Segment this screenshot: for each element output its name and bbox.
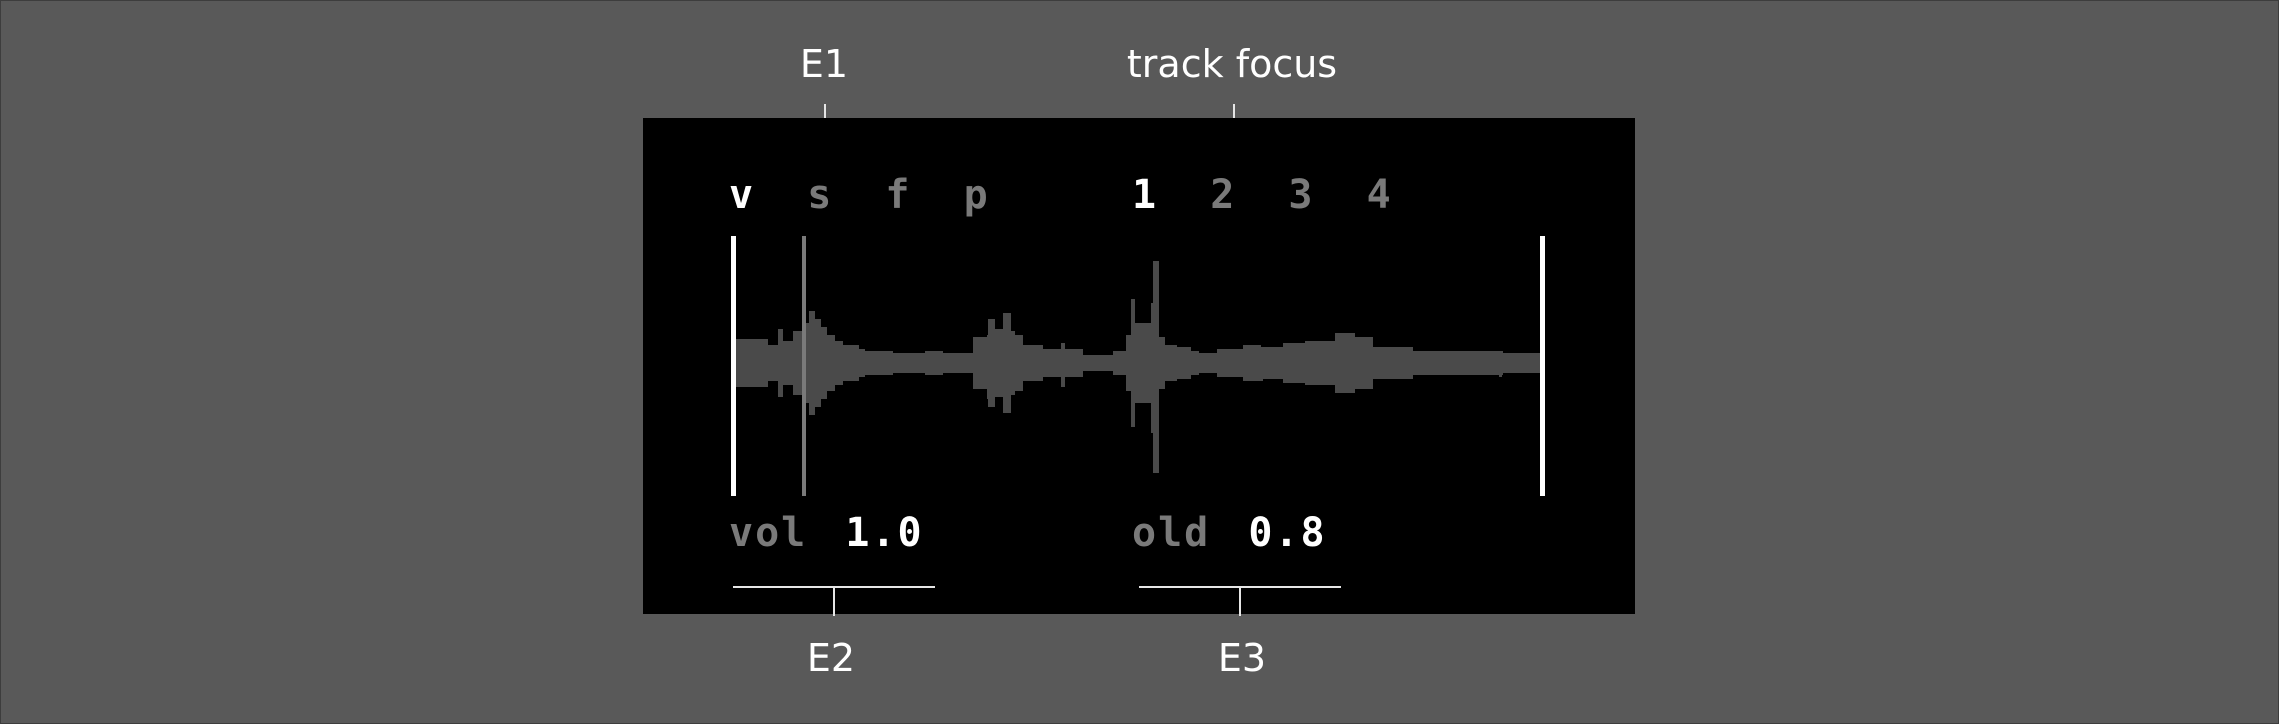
param-volume-value[interactable]: 1.0 — [845, 510, 923, 556]
track-4[interactable]: 4 — [1367, 172, 1393, 218]
param-volume-label: vol — [729, 510, 808, 556]
track-2[interactable]: 2 — [1210, 172, 1236, 218]
callout-track-focus-label: track focus — [1126, 42, 1338, 86]
track-3[interactable]: 3 — [1288, 172, 1314, 218]
mode-selector: v s f p — [729, 172, 990, 218]
param-volume: vol 1.0 — [729, 510, 924, 556]
callout-e1-label: E1 — [799, 42, 849, 86]
device-screen: v s f p 1 2 3 4 vol 1.0 old 0.8 — [643, 118, 1635, 614]
callout-e2-bracket — [733, 586, 935, 618]
track-selector: 1 2 3 4 — [1132, 172, 1393, 218]
marker-start[interactable] — [731, 236, 736, 496]
playhead — [802, 236, 806, 496]
param-old: old 0.8 — [1132, 510, 1327, 556]
track-1[interactable]: 1 — [1132, 172, 1158, 218]
callout-e3-label: E3 — [1217, 636, 1267, 680]
param-old-label: old — [1132, 510, 1211, 556]
mode-v[interactable]: v — [729, 172, 755, 218]
mode-p[interactable]: p — [964, 172, 990, 218]
callout-e3-bracket — [1139, 586, 1341, 618]
mode-f[interactable]: f — [885, 172, 911, 218]
callout-e2-label: E2 — [806, 636, 856, 680]
param-old-value[interactable]: 0.8 — [1248, 510, 1326, 556]
mode-s[interactable]: s — [807, 172, 833, 218]
marker-end[interactable] — [1540, 236, 1545, 496]
